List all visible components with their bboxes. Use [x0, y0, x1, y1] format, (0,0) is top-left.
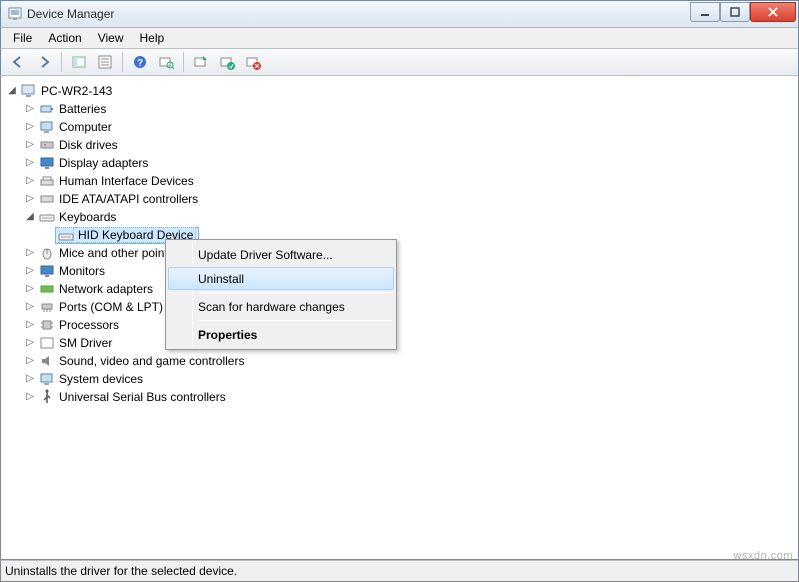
network-icon [39, 281, 55, 297]
minimize-button[interactable] [690, 2, 720, 22]
expander-icon[interactable]: ▷ [23, 191, 37, 205]
system-icon [39, 371, 55, 387]
battery-icon [39, 101, 55, 117]
sound-icon [39, 353, 55, 369]
menu-bar: File Action View Help [0, 28, 799, 48]
expander-icon[interactable]: ▷ [23, 101, 37, 115]
watermark: wsxdn.com [733, 550, 793, 562]
menu-action[interactable]: Action [40, 29, 89, 47]
expander-icon[interactable]: ▷ [23, 371, 37, 385]
tree-item-sm-driver[interactable]: ▷ SM Driver [5, 334, 798, 352]
status-text: Uninstalls the driver for the selected d… [5, 564, 237, 578]
expander-icon[interactable]: ▷ [23, 281, 37, 295]
context-menu: Update Driver Software... Uninstall Scan… [165, 239, 397, 350]
tree-item-mice[interactable]: ▷ Mice and other pointing devices [5, 244, 798, 262]
tree-item-computer[interactable]: ▷ Computer [5, 118, 798, 136]
menu-view[interactable]: View [90, 29, 132, 47]
mouse-icon [39, 245, 55, 261]
properties-button[interactable] [93, 50, 117, 74]
maximize-button[interactable] [720, 2, 750, 22]
usb-icon [39, 389, 55, 405]
expander-icon[interactable]: ▷ [23, 353, 37, 367]
status-bar: Uninstalls the driver for the selected d… [0, 560, 799, 582]
tree-item-display-adapters[interactable]: ▷ Display adapters [5, 154, 798, 172]
tree-item-sound[interactable]: ▷ Sound, video and game controllers [5, 352, 798, 370]
tree-item-hid-keyboard[interactable]: HID Keyboard Device [5, 226, 798, 244]
computer-icon [21, 83, 37, 99]
driver-icon [39, 335, 55, 351]
window-controls [690, 2, 796, 22]
tree-item-network[interactable]: ▷ Network adapters [5, 280, 798, 298]
expander-icon[interactable]: ▷ [23, 299, 37, 313]
menu-file[interactable]: File [5, 29, 40, 47]
disk-icon [39, 137, 55, 153]
title-bar: Device Manager [0, 0, 799, 28]
expander-icon[interactable]: ▷ [23, 137, 37, 151]
tree-item-usb[interactable]: ▷ Universal Serial Bus controllers [5, 388, 798, 406]
ctx-separator [198, 320, 392, 321]
monitor-icon [39, 263, 55, 279]
svg-text:?: ? [137, 58, 143, 69]
tree-root[interactable]: ◢ PC-WR2-143 [5, 82, 798, 100]
expander-icon[interactable]: ▷ [23, 173, 37, 187]
expander-icon[interactable]: ◢ [23, 209, 37, 223]
ctx-update-driver[interactable]: Update Driver Software... [168, 243, 394, 266]
tree-item-system[interactable]: ▷ System devices [5, 370, 798, 388]
expander-icon[interactable]: ▷ [23, 245, 37, 259]
device-tree-pane: ◢ PC-WR2-143 ▷ Batteries ▷ Computer ▷ Di… [0, 76, 799, 560]
expander-icon[interactable]: ▷ [23, 263, 37, 277]
computer-icon [39, 119, 55, 135]
expander-icon[interactable]: ▷ [23, 317, 37, 331]
tree-item-monitors[interactable]: ▷ Monitors [5, 262, 798, 280]
expander-icon[interactable]: ▷ [23, 335, 37, 349]
tree-item-keyboards[interactable]: ◢ Keyboards [5, 208, 798, 226]
tree-item-ports[interactable]: ▷ Ports (COM & LPT) [5, 298, 798, 316]
help-button[interactable]: ? [128, 50, 152, 74]
forward-button[interactable] [32, 50, 56, 74]
expander-icon[interactable]: ▷ [23, 119, 37, 133]
tree-item-ide[interactable]: ▷ IDE ATA/ATAPI controllers [5, 190, 798, 208]
back-button[interactable] [6, 50, 30, 74]
show-hide-console-button[interactable] [67, 50, 91, 74]
port-icon [39, 299, 55, 315]
hid-icon [39, 173, 55, 189]
keyboard-icon [58, 227, 74, 243]
update-driver-button[interactable] [189, 50, 213, 74]
window-title: Device Manager [27, 7, 114, 21]
toolbar: ? [0, 48, 799, 76]
expander-icon[interactable]: ▷ [23, 389, 37, 403]
ctx-uninstall[interactable]: Uninstall [168, 267, 394, 290]
tree-item-batteries[interactable]: ▷ Batteries [5, 100, 798, 118]
scan-hardware-button[interactable] [154, 50, 178, 74]
tree-root-label: PC-WR2-143 [39, 84, 114, 98]
keyboard-icon [39, 209, 55, 225]
processor-icon [39, 317, 55, 333]
menu-help[interactable]: Help [132, 29, 173, 47]
ide-icon [39, 191, 55, 207]
ctx-properties[interactable]: Properties [168, 323, 394, 346]
app-icon [7, 6, 23, 22]
close-button[interactable] [750, 2, 796, 22]
ctx-scan-hardware[interactable]: Scan for hardware changes [168, 295, 394, 318]
tree-item-hid[interactable]: ▷ Human Interface Devices [5, 172, 798, 190]
expander-icon[interactable]: ◢ [5, 83, 19, 97]
expander-icon[interactable]: ▷ [23, 155, 37, 169]
uninstall-button[interactable] [241, 50, 265, 74]
ctx-separator [198, 292, 392, 293]
tree-item-processors[interactable]: ▷ Processors [5, 316, 798, 334]
tree-item-disk-drives[interactable]: ▷ Disk drives [5, 136, 798, 154]
enable-button[interactable] [215, 50, 239, 74]
display-icon [39, 155, 55, 171]
